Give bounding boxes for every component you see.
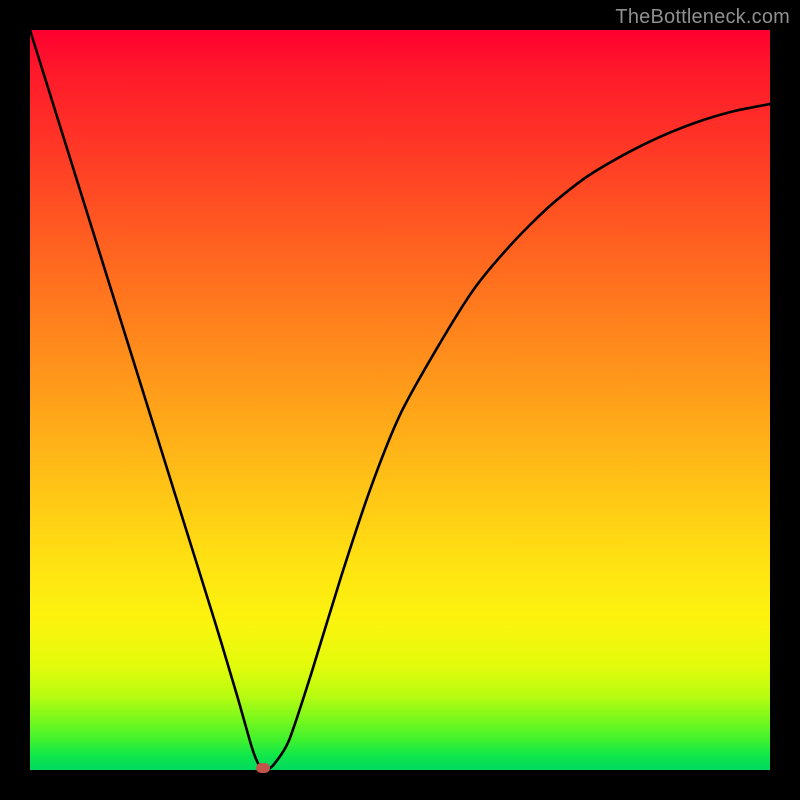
plot-area <box>30 30 770 770</box>
watermark: TheBottleneck.com <box>615 6 790 29</box>
min-marker <box>256 763 270 773</box>
chart-frame: TheBottleneck.com <box>0 0 800 800</box>
bottleneck-curve <box>30 30 770 770</box>
